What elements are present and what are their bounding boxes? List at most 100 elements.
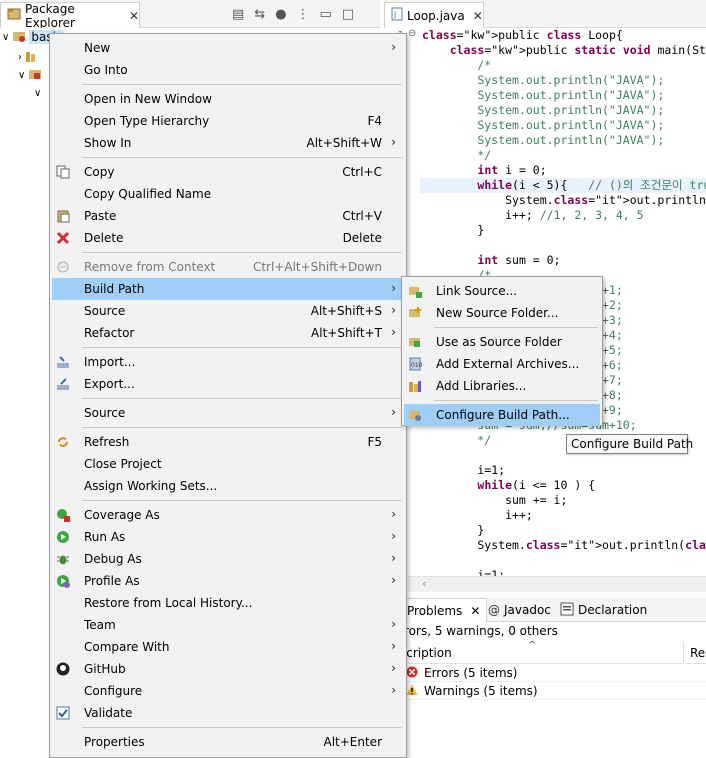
chevron-right-icon: › [18, 51, 22, 63]
sort-up-icon: ^ [528, 640, 537, 651]
menu-item-label: Source [84, 304, 126, 318]
minimize-icon[interactable]: ▭ [320, 7, 332, 22]
menu-item-configure-build-path[interactable]: Configure Build Path... [404, 404, 600, 426]
copy-icon [55, 164, 71, 180]
submenu-arrow-icon: › [391, 617, 396, 631]
submenu-arrow-icon: › [391, 325, 396, 339]
menu-item-label: Source [84, 406, 126, 420]
menu-item-restore-from-local-history[interactable]: Restore from Local History... [52, 592, 404, 614]
menu-item-paste[interactable]: Paste Ctrl+V [52, 205, 404, 227]
menu-item-source[interactable]: Source Alt+Shift+S › [52, 300, 404, 322]
menu-item-export[interactable]: Export... [52, 373, 404, 395]
tree-item-package[interactable]: ∨ [34, 84, 41, 102]
menu-item-source[interactable]: Source › [52, 402, 404, 424]
tab-javadoc[interactable]: @ Javadoc [488, 598, 551, 622]
new-source-folder-icon [407, 305, 423, 321]
tab-package-explorer[interactable]: Package Explorer ✕ [0, 2, 140, 30]
run-icon [55, 529, 71, 545]
tree-item-src[interactable]: ∨ [18, 66, 42, 84]
fold-icon[interactable]: ⊖ [408, 28, 416, 39]
menu-item-import[interactable]: Import... [52, 351, 404, 373]
link-with-editor-icon[interactable]: ⇆ [254, 7, 265, 22]
menu-item-close-project[interactable]: Close Project [52, 453, 404, 475]
svg-text:010: 010 [411, 362, 422, 369]
column-header-resource[interactable]: Res [686, 642, 706, 664]
menu-item-label: GitHub [84, 662, 126, 676]
tab-declaration[interactable]: Declaration [560, 598, 647, 622]
submenu-arrow-icon: › [391, 661, 396, 675]
close-icon[interactable]: ✕ [473, 9, 483, 23]
menu-item-compare-with[interactable]: Compare With › [52, 636, 404, 658]
menu-item-configure[interactable]: Configure › [52, 680, 404, 702]
package-explorer-icon [7, 7, 21, 24]
menu-item-link-source[interactable]: Link Source... [404, 280, 600, 302]
menu-item-open-in-new-window[interactable]: Open in New Window [52, 88, 404, 110]
menu-item-open-type-hierarchy[interactable]: Open Type Hierarchy F4 [52, 110, 404, 132]
menu-item-copy[interactable]: Copy Ctrl+C [52, 161, 404, 183]
submenu-arrow-icon: › [391, 639, 396, 653]
tab-loop-java[interactable]: J Loop.java ✕ [384, 2, 484, 28]
problems-row-errors[interactable]: Errors (5 items) [400, 664, 706, 682]
library-icon [25, 49, 39, 66]
code-line: i++; //1, 2, 3, 4, 5 [422, 208, 644, 222]
menu-item-refactor[interactable]: Refactor Alt+Shift+T › [52, 322, 404, 344]
menu-item-add-libraries[interactable]: Add Libraries... [404, 375, 600, 397]
menu-separator [82, 500, 402, 501]
code-line: */ [422, 148, 492, 162]
code-line: */ [422, 433, 492, 447]
close-icon[interactable]: ✕ [129, 9, 139, 23]
menu-item-assign-working-sets[interactable]: Assign Working Sets... [52, 475, 404, 497]
close-icon[interactable]: ✕ [470, 604, 480, 618]
menu-item-team[interactable]: Team › [52, 614, 404, 636]
menu-item-label: Paste [84, 209, 117, 223]
menu-item-show-in[interactable]: Show In Alt+Shift+W › [52, 132, 404, 154]
menu-item-profile-as[interactable]: Profile As › [52, 570, 404, 592]
code-line: /* [422, 58, 492, 72]
github-icon [55, 661, 71, 677]
menu-item-label: Debug As [84, 552, 142, 566]
menu-item-label: Open Type Hierarchy [84, 114, 210, 128]
focus-icon[interactable]: ● [275, 7, 286, 22]
menu-item-new-source-folder[interactable]: New Source Folder... [404, 302, 600, 324]
menu-item-use-as-source-folder[interactable]: Use as Source Folder [404, 331, 600, 353]
menu-item-build-path[interactable]: Build Path › [52, 278, 404, 300]
menu-item-validate[interactable]: Validate [52, 702, 404, 724]
submenu-arrow-icon: › [391, 303, 396, 317]
menu-item-label: Profile As [84, 574, 140, 588]
scroll-left-icon[interactable]: ‹ [422, 577, 426, 590]
context-menu: New › Go Into Open in New Window Open Type H… [49, 33, 407, 758]
problems-row-warnings[interactable]: Warnings (5 items) [400, 682, 706, 700]
maximize-icon[interactable]: □ [342, 7, 354, 22]
menu-item-new[interactable]: New › [52, 37, 404, 59]
remove-context-icon [55, 259, 71, 275]
code-line: while(i < 5){ // ()의 조건문이 tru [477, 178, 706, 192]
menu-item-accelerator: Ctrl+C [342, 165, 382, 179]
menu-item-label: Coverage As [84, 508, 160, 522]
menu-item-go-into[interactable]: Go Into [52, 59, 404, 81]
menu-item-copy-qualified-name[interactable]: Copy Qualified Name [52, 183, 404, 205]
tree-item-jre[interactable]: › [18, 48, 39, 66]
view-menu-icon[interactable]: ⋮ [297, 7, 310, 22]
submenu-arrow-icon: › [391, 40, 396, 54]
menu-item-label: New [84, 41, 111, 55]
menu-item-delete[interactable]: Delete Delete [52, 227, 404, 249]
horizontal-scrollbar[interactable]: ‹ [408, 576, 706, 592]
menu-item-coverage-as[interactable]: Coverage As › [52, 504, 404, 526]
collapse-all-icon[interactable]: ▤ [232, 7, 244, 22]
menu-separator [82, 427, 402, 428]
menu-item-debug-as[interactable]: Debug As › [52, 548, 404, 570]
menu-item-properties[interactable]: Properties Alt+Enter [52, 731, 404, 753]
code-line: sum += i; [422, 493, 568, 507]
menu-item-add-external-archives[interactable]: 010 Add External Archives... [404, 353, 600, 375]
menu-item-remove-from-context[interactable]: Remove from Context Ctrl+Alt+Shift+Down [52, 256, 404, 278]
menu-item-label: Properties [84, 735, 145, 749]
import-icon [55, 354, 71, 370]
svg-text:J: J [393, 10, 396, 19]
menu-item-label: Restore from Local History... [84, 596, 253, 610]
menu-item-refresh[interactable]: Refresh F5 [52, 431, 404, 453]
menu-item-github[interactable]: GitHub › [52, 658, 404, 680]
column-header-description[interactable]: scription ^ [400, 640, 684, 664]
paste-icon [55, 208, 71, 224]
menu-item-run-as[interactable]: Run As › [52, 526, 404, 548]
submenu-arrow-icon: › [391, 573, 396, 587]
